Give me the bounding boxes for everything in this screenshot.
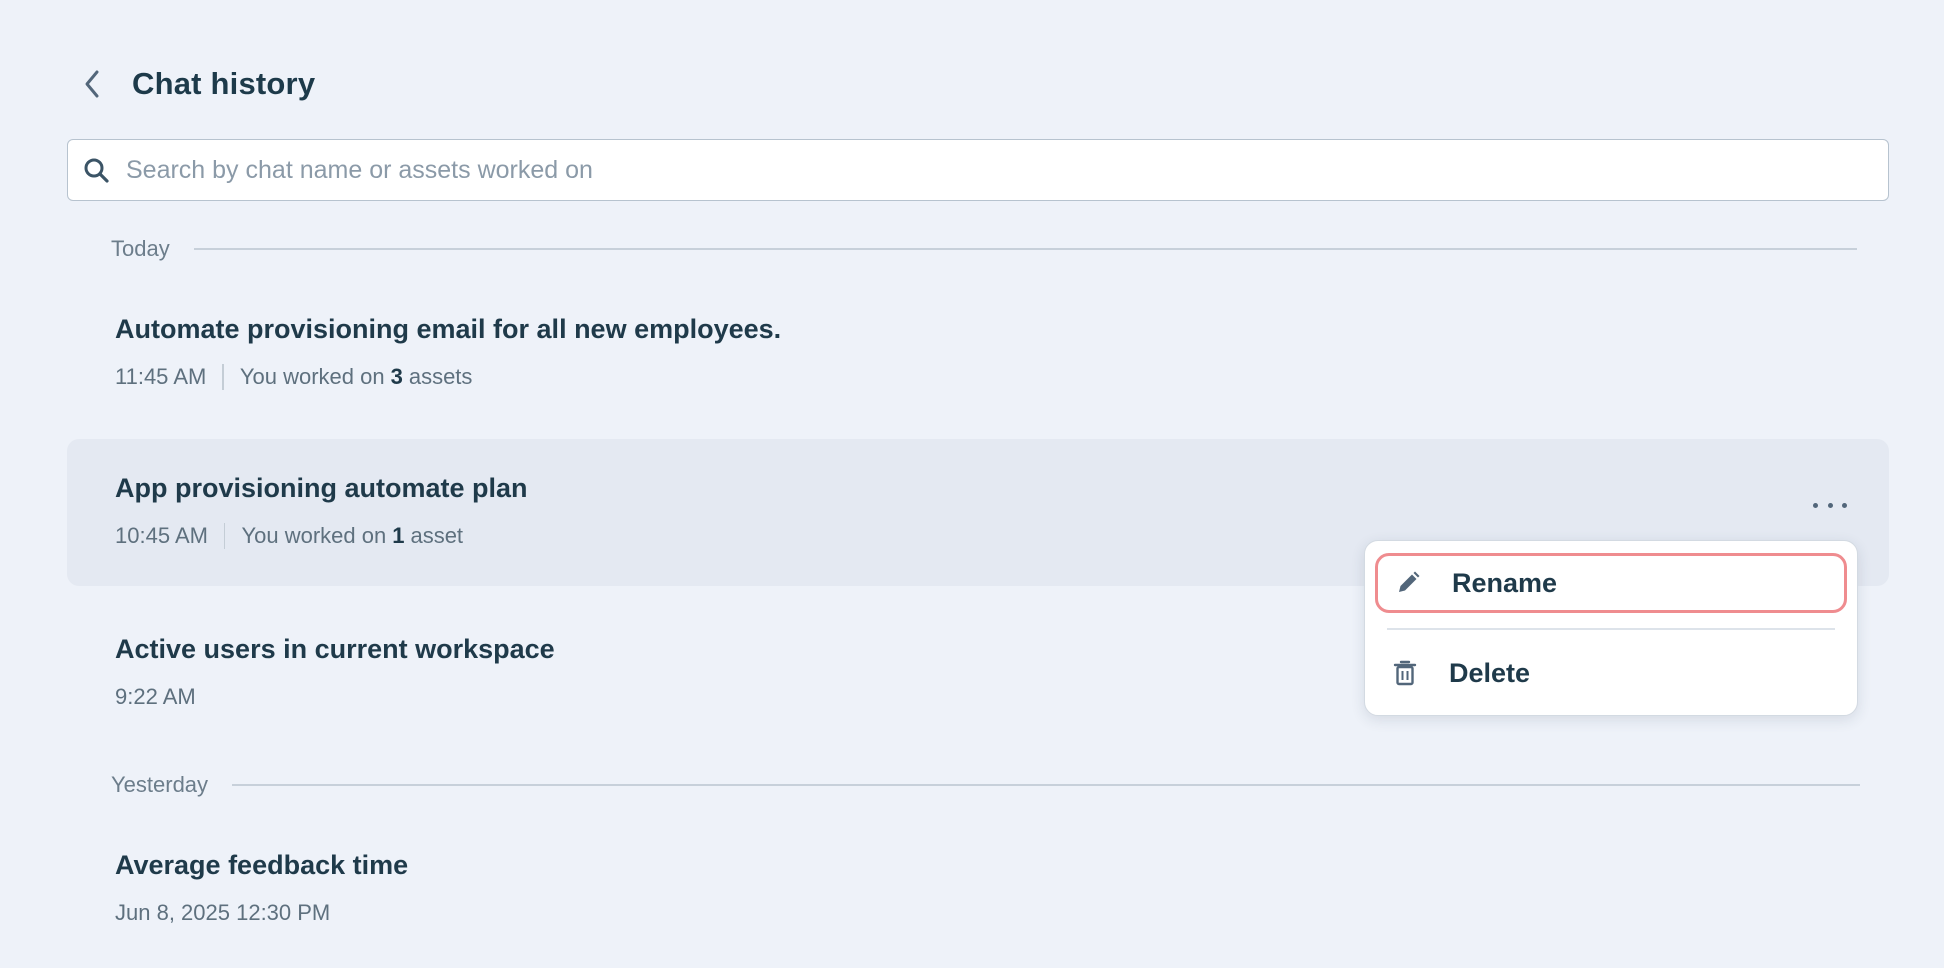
assets-prefix: You worked on [239,364,385,389]
delete-label: Delete [1449,657,1531,688]
chat-meta: Jun 8, 2025 12:30 PM [115,900,330,926]
search-input[interactable] [124,154,1888,186]
more-horizontal-icon-dot [1842,502,1847,508]
chat-time: Jun 8, 2025 12:30 PM [115,900,331,925]
chat-meta: 11:45 AM You worked on 3 assets [115,364,472,390]
rename-menu-item[interactable]: Rename [1375,553,1847,613]
back-button[interactable] [78,64,106,104]
rename-label: Rename [1452,567,1558,598]
menu-divider [1387,628,1835,630]
chat-list-item[interactable]: Average feedback time Jun 8, 2025 12:30 … [67,836,1889,946]
chat-meta: 10:45 AM You worked on 1 asset [115,523,463,549]
chat-title: Automate provisioning email for all new … [115,314,782,344]
trash-icon [1391,659,1419,687]
assets-prefix: You worked on [241,523,387,548]
assets-suffix: assets [408,364,473,389]
section-label: Today [111,236,170,261]
chevron-left-icon [85,70,99,98]
chat-time: 10:45 AM [115,523,208,548]
chat-meta: 9:22 AM [115,684,196,710]
chat-context-menu: Rename Delete [1364,540,1858,716]
section-header-today: Today [111,236,1857,262]
assets-count: 3 [390,364,403,389]
page-header: Chat history [78,60,315,108]
more-options-button[interactable] [1813,495,1847,515]
chat-title: Active users in current workspace [115,634,555,664]
chat-title: Average feedback time [115,850,409,880]
chat-title: App provisioning automate plan [115,473,528,503]
assets-suffix: asset [410,523,464,548]
more-horizontal-icon-dot [1813,502,1818,508]
assets-count: 1 [392,523,405,548]
page-title: Chat history [132,66,316,101]
section-divider [232,784,1861,786]
chat-time: 11:45 AM [115,364,207,389]
section-label: Yesterday [111,772,209,797]
delete-menu-item[interactable]: Delete [1375,643,1847,703]
section-header-yesterday: Yesterday [111,772,1861,798]
chat-time: 9:22 AM [115,684,196,709]
pencil-icon [1394,569,1422,597]
search-bar [67,139,1889,201]
meta-separator [222,364,224,390]
chat-list-item[interactable]: Automate provisioning email for all new … [67,300,1889,420]
search-icon [82,156,110,184]
section-divider [193,248,1857,250]
meta-separator [223,523,226,549]
more-horizontal-icon-dot [1827,502,1833,508]
